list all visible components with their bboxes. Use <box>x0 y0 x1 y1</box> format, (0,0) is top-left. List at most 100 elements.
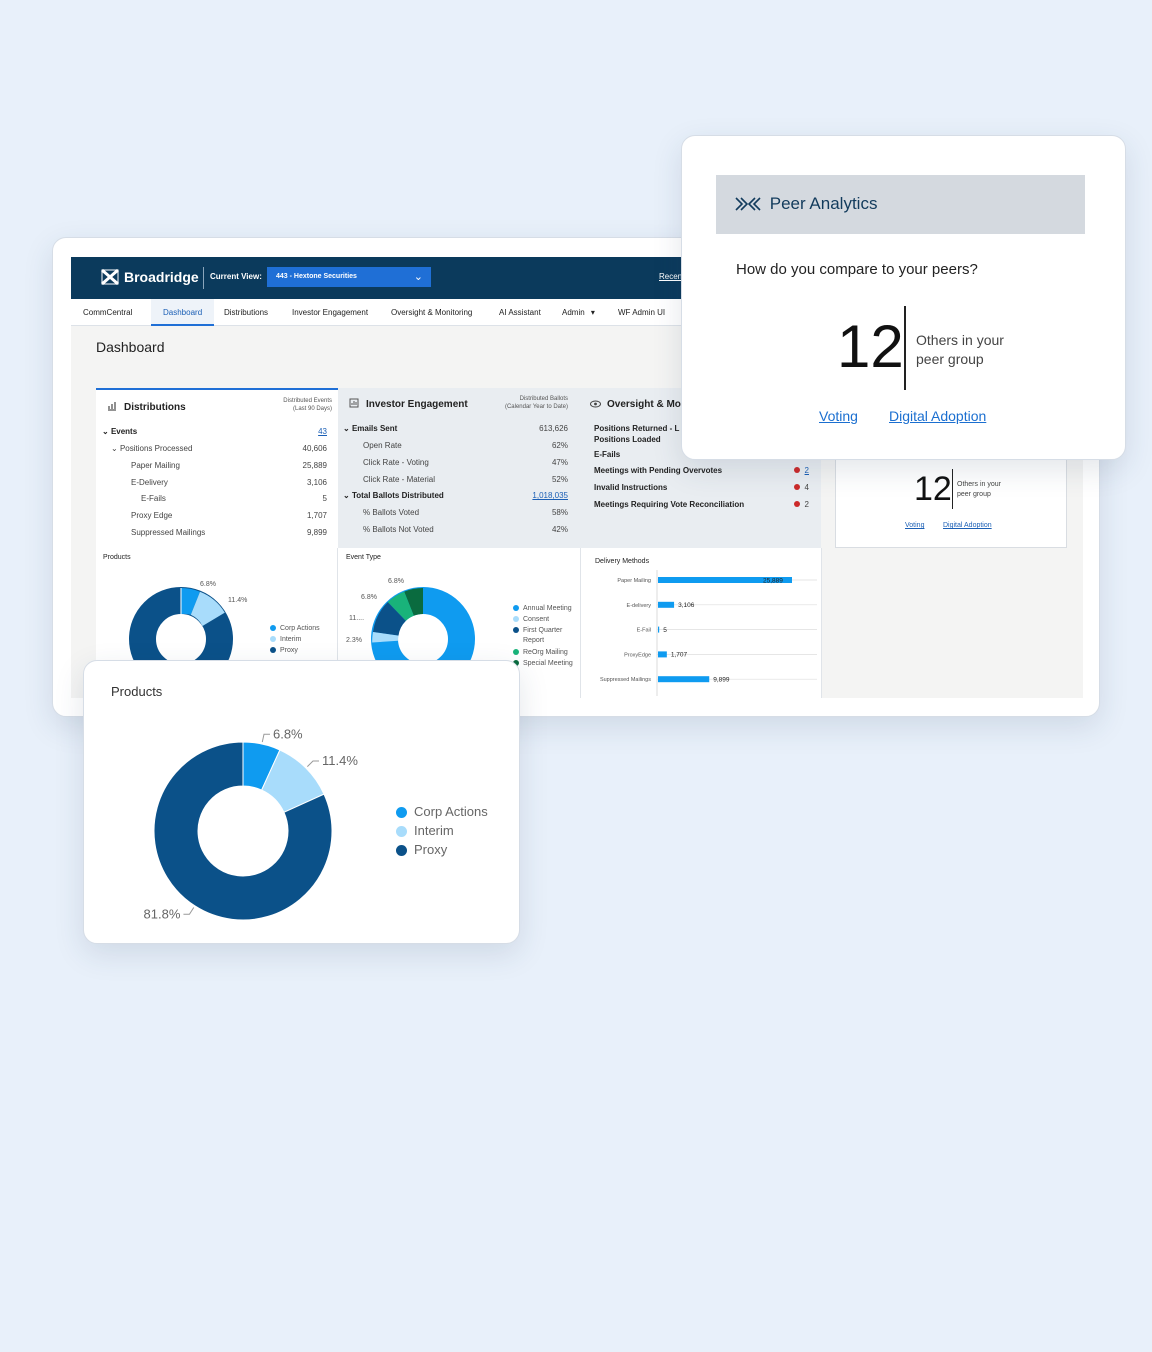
peer-analytics-header: Peer Analytics <box>716 175 1085 234</box>
bar-category-label: E-Fail <box>637 628 651 634</box>
nav-ai-assistant[interactable]: AI Assistant <box>499 308 541 317</box>
legend-reorg-mailing: ReOrg Mailing <box>513 649 568 656</box>
distributions-icon <box>108 402 116 411</box>
legend-consent: Consent <box>513 616 549 623</box>
nav-investor-engagement[interactable]: Investor Engagement <box>292 308 368 317</box>
right-empty-area <box>821 548 1083 698</box>
current-view-value: 443 - Hextone Securities <box>276 273 357 280</box>
nav-oversight-monitoring[interactable]: Oversight & Monitoring <box>391 308 472 317</box>
report-icon <box>349 398 359 408</box>
nav-wf-admin-ui[interactable]: WF Admin UI <box>618 308 665 317</box>
nav-admin-label: Admin <box>562 308 585 317</box>
events-count-link[interactable]: 43 <box>318 427 327 436</box>
invalid-instructions-value: 4 <box>793 483 809 492</box>
products-title: Products <box>111 684 163 699</box>
nav-distributions[interactable]: Distributions <box>224 308 268 317</box>
slice-label: 6.8% <box>273 726 303 741</box>
event-label-6-8-b: 6.8% <box>361 594 377 601</box>
legend-dot <box>396 826 407 838</box>
legend-corp-actions: Corp Actions <box>270 625 320 632</box>
mini-voting-link[interactable]: Voting <box>905 522 924 529</box>
row-positions-loaded: Positions Loaded <box>594 435 661 444</box>
peer-analytics-logo-icon <box>735 197 761 211</box>
leader-line <box>183 907 195 915</box>
bar-e-fail <box>658 626 660 633</box>
legend-interim: Interim <box>396 823 454 838</box>
bar-value-label: 9,899 <box>713 677 730 684</box>
products-card: Products 6.8% 11.4% 81.8% Corp Actions Inte… <box>83 660 520 944</box>
digital-adoption-link[interactable]: Digital Adoption <box>889 408 986 424</box>
nav-admin[interactable]: Admin ▾ <box>562 308 595 317</box>
row-emails-sent[interactable]: ⌄ Emails Sent <box>343 424 397 433</box>
bar-suppressed-mailings <box>658 676 710 683</box>
proxy-edge-value: 1,707 <box>306 511 327 520</box>
row-click-rate-voting: Click Rate - Voting <box>363 458 429 467</box>
nav-commcentral[interactable]: CommCentral <box>83 308 132 317</box>
legend-proxy: Proxy <box>396 842 447 857</box>
nav-dashboard[interactable]: Dashboard <box>151 299 215 326</box>
delivery-methods-panel: Delivery Methods Paper Mailing 25,889 E-de… <box>581 548 821 698</box>
current-view-label: Current View: <box>210 272 262 281</box>
leader-line <box>261 733 270 743</box>
peer-others-text: Others in your peer group <box>916 332 1004 367</box>
eye-icon <box>590 400 601 408</box>
peer-count: 12 <box>837 313 904 380</box>
bar-value-label: 5 <box>663 627 667 634</box>
mini-peer-number: 12 <box>914 470 952 508</box>
brand-logo[interactable]: Broadridge <box>101 269 199 285</box>
bar-category-label: ProxyEdge <box>624 652 651 658</box>
row-paper-mailing: Paper Mailing <box>131 461 180 470</box>
delivery-methods-bar-chart: Paper Mailing 25,889 E-delivery 3,106 E-Fail… <box>600 570 817 696</box>
chevron-down-icon: ⌄ <box>413 271 423 283</box>
bar-category-label: E-delivery <box>627 603 652 609</box>
legend-corp-actions: Corp Actions <box>396 804 488 819</box>
e-delivery-value: 3,106 <box>306 478 327 487</box>
mini-digital-adoption-link[interactable]: Digital Adoption <box>943 522 992 529</box>
event-label-6-8-a: 6.8% <box>388 578 404 585</box>
products-chart-title: Products <box>103 554 131 561</box>
oversight-title: Oversight & Mo <box>607 399 681 410</box>
emails-sent-value: 613,626 <box>539 424 568 433</box>
row-oversight-e-fails: E-Fails <box>594 450 621 459</box>
vote-reconciliation-value: 2 <box>793 500 809 509</box>
row-invalid-instructions: Invalid Instructions <box>594 483 668 492</box>
legend-proxy: Proxy <box>270 647 298 654</box>
row-ballots-not-voted: % Ballots Not Voted <box>363 525 434 534</box>
peer-analytics-title: Peer Analytics <box>769 194 878 213</box>
pending-overvotes-value[interactable]: 2 <box>793 466 809 475</box>
legend-special-meeting: Special Meeting <box>513 660 573 667</box>
row-e-fails: E-Fails <box>141 494 166 503</box>
divider <box>203 267 204 289</box>
slice-label: 81.8% <box>144 906 181 921</box>
products-donut-chart: 6.8% 11.4% 81.8% <box>144 726 359 921</box>
event-label-2-3: 2.3% <box>346 637 362 644</box>
broadridge-logo-icon <box>101 269 119 285</box>
mini-peer-others: Others in your peer group <box>957 481 1001 498</box>
suppressed-mailings-value: 9,899 <box>306 528 327 537</box>
alert-dot-icon <box>793 467 800 473</box>
voting-link[interactable]: Voting <box>819 408 858 424</box>
slice-label: 11.4% <box>322 753 358 768</box>
row-positions-processed[interactable]: ⌄ Positions Processed <box>111 444 192 453</box>
row-total-ballots[interactable]: ⌄ Total Ballots Distributed <box>343 491 444 500</box>
distributions-subtitle: Distributed Events (Last 90 Days) <box>283 398 332 412</box>
current-view-select[interactable]: 443 - Hextone Securities ⌄ <box>267 267 431 287</box>
bar-value-label: 25,889 <box>763 577 783 584</box>
legend-dot <box>396 807 407 819</box>
page-title: Dashboard <box>96 339 165 355</box>
total-ballots-link[interactable]: 1,018,035 <box>532 491 568 500</box>
row-proxy-edge: Proxy Edge <box>131 511 173 520</box>
paper-mailing-value: 25,889 <box>302 461 327 470</box>
leader-line <box>306 760 320 768</box>
open-rate-value: 62% <box>551 441 568 450</box>
alert-dot-icon <box>793 501 800 507</box>
legend-interim: Interim <box>270 636 301 643</box>
e-fails-value: 5 <box>322 494 327 503</box>
click-rate-voting-value: 47% <box>551 458 568 467</box>
row-events[interactable]: ⌄ Events <box>102 427 137 436</box>
event-type-title: Event Type <box>346 554 381 561</box>
small-label-6-8: 6.8% <box>200 581 216 588</box>
legend-dot <box>396 845 407 857</box>
recent-link[interactable]: Recen <box>659 272 682 281</box>
legend-report: Report <box>523 637 545 644</box>
